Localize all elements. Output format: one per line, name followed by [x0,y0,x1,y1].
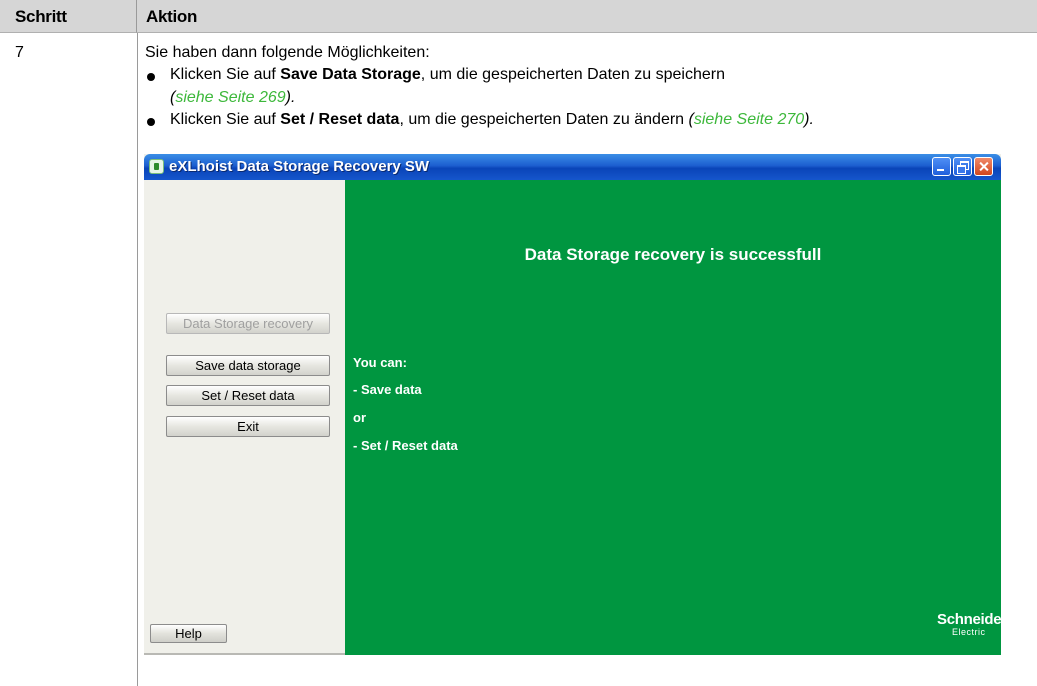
bullet-dot-icon [147,73,155,81]
bullet-suffix: , um die gespeicherten Daten zu speicher… [420,66,725,83]
exit-button[interactable]: Exit [166,416,330,437]
bullet-text: Klicken Sie auf Save Data Storage, um di… [170,66,725,84]
message-line: - Set / Reset data [353,438,458,453]
save-data-storage-button[interactable]: Save data storage [166,355,330,376]
message-line: - Save data [353,382,422,397]
message-line: You can: [353,355,407,370]
window-title-bar[interactable]: eXLhoist Data Storage Recovery SW [144,154,1001,180]
bullet-bold: Save Data Storage [280,66,421,83]
set-reset-data-button[interactable]: Set / Reset data [166,385,330,406]
restore-icon[interactable] [953,157,972,176]
ref-close: ). [804,111,814,128]
schneider-electric-logo: Schneider Electric [937,611,1007,637]
bullet-reference-save: (siehe Seite 269). [170,89,295,107]
app-window: eXLhoist Data Storage Recovery SW Data S… [144,154,1007,655]
header-step: Schritt [0,0,137,33]
message-line: or [353,410,366,425]
bullet-dot-icon [147,118,155,126]
header-step-label: Schritt [15,7,67,26]
bullet-prefix: Klicken Sie auf [170,111,281,128]
brand-name: Schneider [937,611,1007,628]
bullet-suffix: , um die gespeicherten Daten zu ändern [399,111,689,128]
step-number: 7 [15,44,24,61]
app-icon [149,159,164,174]
intro-text: Sie haben dann folgende Möglichkeiten: [145,44,430,61]
header-action-label: Aktion [146,7,198,26]
status-panel: Data Storage recovery is successfull You… [345,180,1007,655]
page-link-270[interactable]: siehe Seite 270 [694,111,804,128]
bullet-bold: Set / Reset data [280,111,400,128]
window-title: eXLhoist Data Storage Recovery SW [169,158,430,175]
instruction-table: Schritt Aktion 7 Sie haben dann folgende… [0,0,1037,686]
close-icon[interactable] [974,157,993,176]
page-link-269[interactable]: siehe Seite 269 [175,89,285,106]
brand-sub: Electric [952,627,986,637]
bullet-text: Klicken Sie auf Set / Reset data, um die… [170,111,814,129]
ref-close: ). [285,89,296,106]
data-storage-recovery-button[interactable]: Data Storage recovery [166,313,330,334]
status-title: Data Storage recovery is successfull [524,245,822,264]
button-panel: Data Storage recovery Save data storage … [144,180,345,655]
bullet-prefix: Klicken Sie auf [170,66,281,83]
help-button[interactable]: Help [150,624,227,643]
header-action: Aktion [137,0,1037,33]
minimize-icon[interactable] [932,157,951,176]
column-divider [137,33,138,686]
